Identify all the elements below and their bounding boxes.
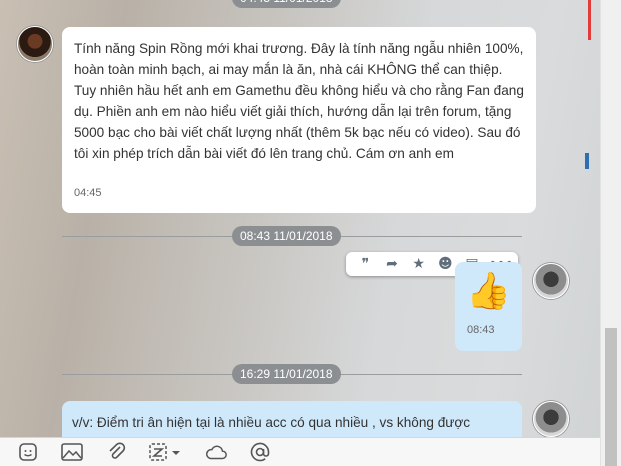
attach-icon[interactable] xyxy=(104,440,128,464)
message-bubble-outgoing[interactable]: v/v: Điểm tri ân hiện tại là nhiều acc c… xyxy=(62,401,522,437)
quote-icon[interactable]: ❞ xyxy=(355,252,375,276)
message-bubble-incoming[interactable]: Tính năng Spin Rồng mới khai trương. Đây… xyxy=(62,27,536,213)
panel-edge-marker xyxy=(588,0,591,40)
date-separator: 16:29 11/01/2018 xyxy=(232,364,341,384)
message-text: v/v: Điểm tri ân hiện tại là nhiều acc c… xyxy=(72,415,471,430)
cloud-icon[interactable] xyxy=(204,440,228,464)
chat-history: 04:45 11/01/2018 Tính năng Spin Rồng mới… xyxy=(0,0,600,437)
message-time: 08:43 xyxy=(467,324,495,336)
date-separator-top: 04:45 11/01/2018 xyxy=(232,0,341,8)
star-icon[interactable]: ★ xyxy=(409,252,429,276)
share-icon[interactable]: ➦ xyxy=(382,252,402,276)
message-bubble-outgoing[interactable]: 👍 08:43 xyxy=(455,262,522,351)
image-icon[interactable] xyxy=(60,440,84,464)
message-text: Tính năng Spin Rồng mới khai trương. Đây… xyxy=(74,41,524,161)
composer-toolbar xyxy=(0,437,600,466)
message-time: 04:45 xyxy=(74,187,102,199)
scrollbar-thumb[interactable] xyxy=(605,328,617,466)
thumbs-up-icon: 👍 xyxy=(466,271,511,312)
date-separator: 08:43 11/01/2018 xyxy=(232,226,341,246)
sticker-icon[interactable] xyxy=(16,440,40,464)
sender-avatar[interactable] xyxy=(17,26,53,62)
emoji-icon[interactable]: ☻ xyxy=(435,252,455,276)
my-avatar[interactable] xyxy=(533,263,569,299)
panel-edge-marker xyxy=(585,153,589,169)
my-avatar[interactable] xyxy=(533,401,569,437)
zalo-z-icon[interactable] xyxy=(148,440,184,464)
at-icon[interactable] xyxy=(248,440,272,464)
